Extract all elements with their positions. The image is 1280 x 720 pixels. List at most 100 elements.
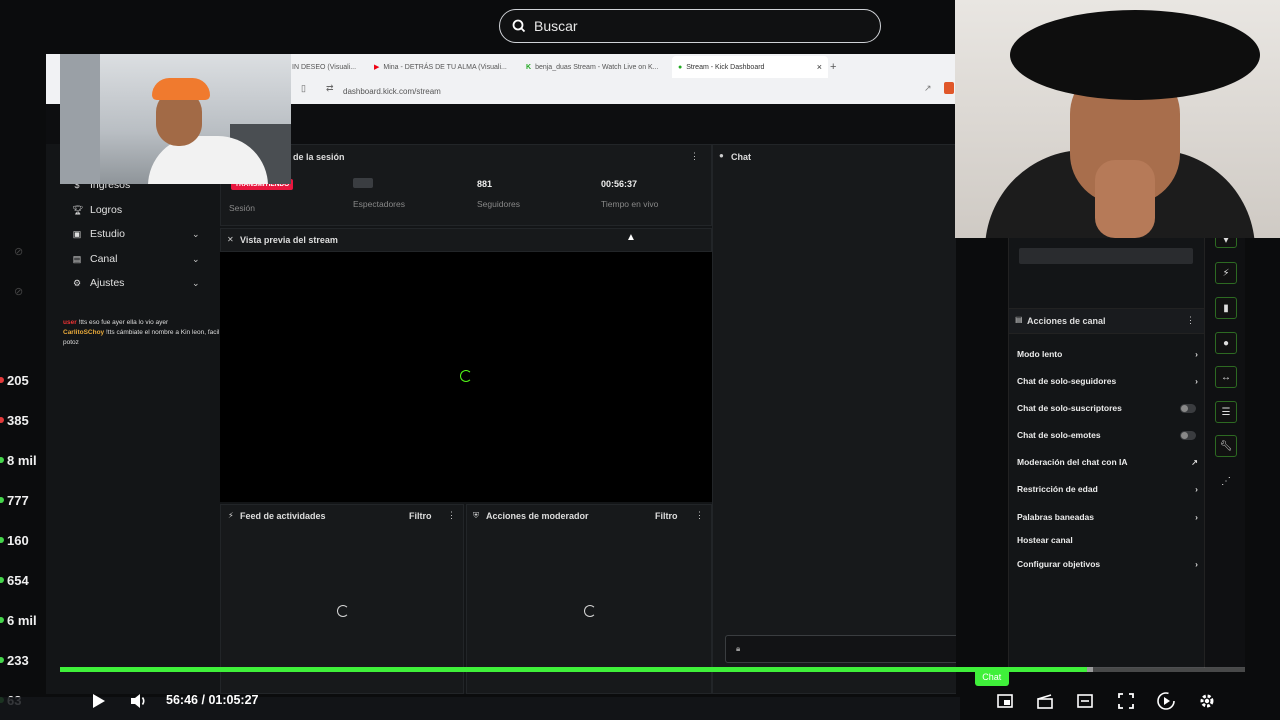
shield-icon: ⛨: [473, 511, 479, 520]
browser-tab-active[interactable]: ● Stream - Kick Dashboard ×: [672, 56, 828, 78]
stream-preview-header: ✕ Vista previa del stream: [220, 228, 712, 252]
address-bar[interactable]: dashboard.kick.com/stream: [343, 87, 441, 96]
viewer-count[interactable]: 233: [0, 650, 29, 670]
viewer-count[interactable]: 205: [0, 370, 29, 390]
hidden-icon: ⊘: [14, 246, 24, 258]
panel-title: de la sesión: [293, 152, 345, 162]
miniplayer-button[interactable]: [992, 688, 1018, 714]
collapse-icon[interactable]: ✕: [227, 235, 234, 244]
settings-button[interactable]: [1194, 688, 1220, 714]
action-subscribers-only[interactable]: Chat de solo-suscriptores: [1017, 400, 1202, 416]
lightning-icon[interactable]: ⚡︎: [1215, 262, 1237, 284]
action-followers-only[interactable]: Chat de solo-seguidores ›: [1017, 373, 1202, 389]
viewer-count[interactable]: 160: [0, 530, 29, 550]
more-icon[interactable]: ⋮: [695, 510, 704, 521]
live-dot-icon: [0, 577, 4, 583]
kick-icon: ●: [678, 63, 683, 71]
viewer-count[interactable]: 8 mil: [0, 450, 37, 470]
action-ai-moderation[interactable]: Moderación del chat con IA ↗: [1017, 454, 1202, 470]
close-icon[interactable]: ×: [817, 62, 822, 72]
play-button[interactable]: [86, 688, 112, 714]
chevron-down-icon: ⌄: [192, 253, 200, 264]
session-label: Sesión: [229, 203, 255, 213]
chat-input[interactable]: 🔒︎: [725, 635, 956, 663]
session-info-panel: de la sesión ⋮ TRANSMITIENDO Sesión Espe…: [220, 144, 712, 226]
filter-button[interactable]: Filtro: [655, 511, 678, 521]
channel-icon: ▤: [1015, 315, 1023, 324]
followers-value: 881: [477, 179, 493, 189]
chat-bubble-icon[interactable]: ●: [1215, 332, 1237, 354]
toggle-switch[interactable]: [1180, 430, 1196, 440]
gear-icon: [1200, 694, 1214, 708]
live-dot-icon: [0, 457, 4, 463]
search-placeholder: Buscar: [534, 18, 578, 34]
bookmark-icon[interactable]: ▯: [301, 83, 306, 94]
brave-icon[interactable]: [944, 82, 954, 94]
filter-button[interactable]: Filtro: [409, 511, 432, 521]
stack-icon[interactable]: ☰: [1215, 401, 1237, 423]
viewer-count[interactable]: 777: [0, 490, 29, 510]
loading-spinner-icon: [337, 605, 349, 617]
live-dot-icon: [0, 417, 4, 423]
sidebar-item-logros[interactable]: 🏆︎ Logros: [72, 201, 122, 219]
channel-actions-column: ▤ Acciones de canal ⋮ Modo lento › Chat d…: [1008, 238, 1205, 668]
theater-mode-button[interactable]: [1072, 688, 1098, 714]
site-settings-icon[interactable]: ⇄: [326, 83, 334, 94]
action-configure-goals[interactable]: Configurar objetivos ›: [1017, 556, 1202, 572]
external-link-icon: ↗: [1191, 457, 1198, 467]
gear-icon: ⚙: [72, 278, 82, 288]
person-hand: [1095, 160, 1155, 238]
lightning-icon: ⚡︎: [228, 511, 234, 520]
browser-tab[interactable]: Kbenja_duas Stream - Watch Live on K...: [520, 56, 665, 78]
followers-label: Seguidores: [477, 199, 521, 209]
chevron-right-icon: ›: [1195, 349, 1198, 359]
chapter-chat-button[interactable]: Chat: [974, 668, 1009, 686]
more-icon[interactable]: ⋮: [690, 151, 699, 162]
autoplay-button[interactable]: [1153, 688, 1179, 714]
live-dot-icon: [0, 617, 4, 623]
search-bar[interactable]: Buscar: [499, 9, 881, 43]
action-slow-mode[interactable]: Modo lento ›: [1017, 346, 1202, 362]
live-dot-icon: [0, 537, 4, 543]
lock-icon: 🔒︎: [736, 644, 741, 653]
chat-panel: ● Chat 🔒︎: [712, 144, 956, 694]
new-tab-button[interactable]: +: [824, 56, 842, 78]
viewer-count[interactable]: 6 mil: [0, 610, 37, 630]
more-icon[interactable]: ⋮: [447, 510, 456, 521]
toggle-switch[interactable]: [1180, 403, 1196, 413]
action-emotes-only[interactable]: Chat de solo-emotes: [1017, 427, 1202, 443]
more-icon[interactable]: ⋮: [1186, 315, 1195, 326]
live-dot-icon: [0, 377, 4, 383]
share-icon[interactable]: ↗: [924, 83, 932, 94]
sidebar-item-estudio[interactable]: ▣ Estudio ⌄: [72, 225, 212, 243]
tool-rail: ▾ ⚡︎ ▮ ● ↔ ☰ 🔧︎ ⋰: [1204, 232, 1245, 668]
document-icon[interactable]: ▮: [1215, 297, 1237, 319]
share-icon[interactable]: ⋰: [1221, 476, 1231, 487]
viewer-count[interactable]: 654: [0, 570, 29, 590]
chat-bubble-icon: ●: [719, 151, 724, 160]
viewer-count[interactable]: 385: [0, 410, 29, 430]
expand-icon[interactable]: ↔: [1215, 366, 1237, 388]
chevron-down-icon: ⌄: [192, 228, 200, 239]
trophy-icon: 🏆︎: [72, 205, 84, 215]
mouse-cursor-icon: ▲: [626, 232, 636, 243]
action-banned-words[interactable]: Palabras baneadas ›: [1017, 509, 1202, 525]
volume-button[interactable]: [126, 688, 152, 714]
studio-icon: ▣: [72, 229, 82, 239]
clip-button[interactable]: [1032, 688, 1058, 714]
wrench-icon[interactable]: 🔧︎: [1215, 435, 1237, 457]
uptime-value: 00:56:37: [601, 179, 638, 189]
fullscreen-button[interactable]: [1113, 688, 1139, 714]
sidebar-item-canal[interactable]: ▤ Canal ⌄: [72, 250, 212, 268]
chevron-right-icon: ›: [1195, 559, 1198, 569]
autoplay-icon: [1157, 692, 1175, 710]
action-age-restriction[interactable]: Restricción de edad ›: [1017, 481, 1202, 497]
clapperboard-icon: [1037, 693, 1053, 709]
black-hat: [1010, 10, 1260, 100]
sidebar-item-ajustes[interactable]: ⚙ Ajustes ⌄: [72, 274, 212, 292]
action-host-channel[interactable]: Hostear canal: [1017, 532, 1202, 548]
loading-spinner-icon: [460, 370, 472, 382]
browser-tab[interactable]: ▶ Mina - DETRÁS DE TU ALMA (Visuali...: [368, 56, 513, 78]
browser-tab[interactable]: IN DESEO (Visuali...: [286, 56, 362, 78]
placeholder-bar: [1019, 248, 1193, 264]
